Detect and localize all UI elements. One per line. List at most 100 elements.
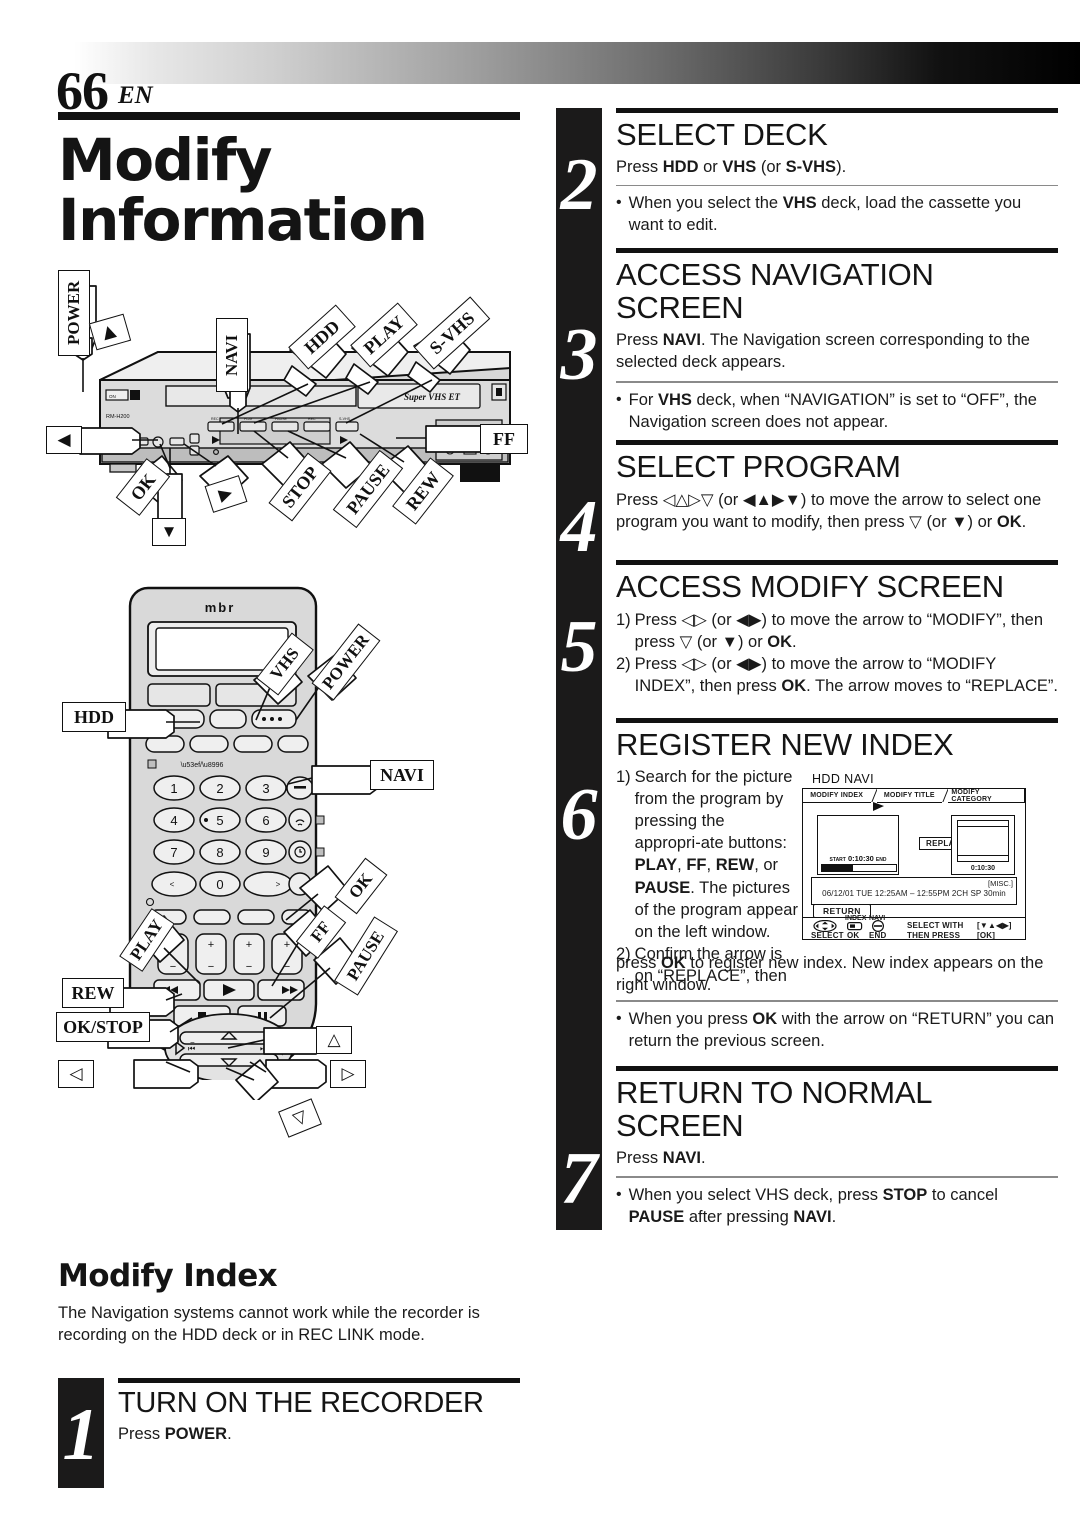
osd-guide-select: SELECT [811, 931, 844, 940]
step-2-divider [616, 184, 1058, 187]
osd-screen-label: HDD NAVI [812, 772, 875, 786]
remote-label-okstop: OK/STOP [56, 1012, 150, 1042]
osd-guide-hint2-keys: [OK] [977, 931, 996, 940]
osd-guide-end: END [869, 931, 887, 940]
step-4-heading: SELECT PROGRAM [616, 449, 901, 484]
illustration-area: Super VHS ET RM-H200 REC PLAY PAUSE REC S-V… [40, 250, 560, 1250]
step-2-note: • When you select the VHS deck, load the… [616, 192, 1058, 236]
osd-tab-modify-category[interactable]: MODIFY CATEGORY [948, 789, 1025, 803]
step-2-body: Press HDD or VHS (or S-VHS). [616, 157, 847, 176]
page-language-code: EN [118, 82, 153, 109]
step-5-items: 1) Press ◁▷ (or ◀▶) to move the arrow to… [616, 609, 1058, 697]
step-2-number: 2 [560, 144, 598, 226]
page-title: Modify Information [58, 130, 526, 251]
step-6-item-1: 1) Search for the picture from the progr… [616, 768, 798, 941]
vcr-arrow-left-icon: ◀ [46, 426, 82, 454]
step-3-heading-line1: ACCESS NAVIGATION [616, 257, 934, 292]
osd-guide-bar: INDEX NAVI SELECT OK END SELECT WITH [▼▲… [811, 915, 1019, 940]
step-6-block: REGISTER NEW INDEX [616, 718, 1058, 762]
step-6-note: • When you press OK with the arrow on “R… [616, 1008, 1058, 1052]
bullet-icon: • [616, 390, 622, 408]
step-3-body: Press NAVI. The Navigation screen corres… [616, 331, 1030, 372]
osd-right-window: 0:10:30 [951, 815, 1015, 875]
section-title-modify-index: Modify Index [58, 1258, 278, 1294]
step-3-rule [616, 248, 1058, 253]
index-button-icon [847, 922, 863, 931]
remote-label-hdd: HDD [62, 702, 126, 732]
left-column: Modify Information [58, 112, 526, 251]
step-4-rule [616, 440, 1058, 445]
osd-tab-modify-title[interactable]: MODIFY TITLE [877, 789, 950, 803]
osd-tabs: MODIFY INDEX MODIFY TITLE MODIFY CATEGOR… [803, 789, 1025, 803]
step-7-heading-line2: SCREEN [616, 1107, 744, 1143]
osd-left-window: START 0:10:30 END [817, 815, 899, 875]
bullet-icon: • [616, 1185, 622, 1203]
page-header: 66 EN EDITING (cont.) [0, 34, 1080, 118]
step-2-note-text: When you select the VHS deck, load the c… [628, 194, 1022, 235]
remote-arrow-up-icon: △ [316, 1026, 352, 1054]
step-2-heading: SELECT DECK [616, 117, 828, 152]
step-5-rule [616, 560, 1058, 565]
remote-arrow-right-icon: ▷ [330, 1060, 366, 1088]
page-title-line2: Information [58, 186, 428, 255]
step-1-number: 1 [62, 1394, 100, 1476]
step-7-block: RETURN TO NORMAL SCREEN Press NAVI. • Wh… [616, 1066, 1058, 1228]
step-1-body: Press POWER. [118, 1425, 232, 1444]
step-3-note: • For VHS deck, when “NAVIGATION” is set… [616, 389, 1058, 433]
step-7-note-text: When you select VHS deck, press STOP to … [628, 1185, 998, 1226]
step-1-heading: TURN ON THE RECORDER [118, 1387, 484, 1419]
osd-selection-arrow-icon [873, 802, 884, 811]
step-5-heading: ACCESS MODIFY SCREEN [616, 569, 1004, 604]
step-3-block: ACCESS NAVIGATION SCREEN Press NAVI. The… [616, 248, 1058, 433]
bullet-icon: • [616, 1010, 622, 1027]
osd-right-thumbnail [957, 820, 1009, 862]
page-number: 66 [56, 61, 109, 121]
remote-label-rew: REW [62, 978, 124, 1008]
step-6-rule [616, 718, 1058, 723]
step-4-number: 4 [560, 486, 598, 568]
osd-guide-ok-small: INDEX [845, 915, 867, 922]
osd-info-box: [MISC.] 06/12/01 TUE 12:25AM – 12:55PM 2… [811, 877, 1017, 905]
step-6-note-text: When you press OK with the arrow on “RET… [628, 1010, 1055, 1051]
remote-arrow-down-icon: ▽ [278, 1098, 322, 1138]
section-intro-text: The Navigation systems cannot work while… [58, 1304, 480, 1345]
osd-info-category: [MISC.] [987, 879, 1013, 888]
step-2-block: SELECT DECK Press HDD or VHS (or S-VHS).… [616, 108, 1058, 236]
osd-guide-ok: OK [847, 931, 860, 940]
osd-tab-modify-index[interactable]: MODIFY INDEX [803, 789, 878, 803]
step-7-body: Press NAVI. [616, 1149, 706, 1168]
bullet-icon: • [616, 194, 622, 212]
osd-guide-end-small: NAVI [869, 915, 886, 922]
step-5-item-2: 2) Press ◁▷ (or ◀▶) to move the arrow to… [616, 654, 1059, 695]
title-rule [58, 112, 520, 120]
remote-arrow-left-icon: ◁ [58, 1060, 94, 1088]
step-4-body: Press ◁△▷▽ (or ◀▲▶▼) to move the arrow t… [616, 490, 1042, 531]
step-7-number: 7 [560, 1138, 598, 1220]
step-1-body-key: POWER [164, 1425, 228, 1444]
step-4-block: SELECT PROGRAM Press ◁△▷▽ (or ◀▲▶▼) to m… [616, 440, 1058, 533]
osd-screen: MODIFY INDEX MODIFY TITLE MODIFY CATEGOR… [802, 788, 1026, 940]
step-3-divider [616, 381, 1058, 383]
step-3-note-text: For VHS deck, when “NAVIGATION” is set t… [628, 390, 1037, 431]
vcr-label-power: POWER [58, 270, 90, 356]
step-6-item-2-cont: press OK to register new index. New inde… [616, 954, 1044, 995]
osd-guide-divider [803, 917, 1025, 919]
osd-info-line: 06/12/01 TUE 12:25AM – 12:55PM 2CH SP 30… [822, 889, 1006, 898]
step-1-rule [118, 1378, 520, 1383]
step-7-divider [616, 1176, 1058, 1178]
step-5-item-1: 1) Press ◁▷ (or ◀▶) to move the arrow to… [616, 610, 1044, 651]
osd-right-timecode: 0:10:30 [970, 865, 996, 872]
step-7-heading-line1: RETURN TO NORMAL [616, 1075, 933, 1110]
osd-left-timecode: START 0:10:30 END [829, 854, 887, 863]
step-3-number: 3 [560, 314, 598, 396]
osd-progress-fill [822, 865, 854, 871]
vcr-label-navi: NAVI [216, 318, 248, 392]
step-6-number: 6 [560, 774, 598, 856]
osd-guide-hint2-label: THEN PRESS [907, 931, 961, 940]
osd-guide-hint1-keys: [▼▲◀▶] [977, 921, 1012, 930]
step-7-rule [616, 1066, 1058, 1071]
manual-page: 66 EN EDITING (cont.) Modify Information [0, 0, 1080, 1526]
step-5-number: 5 [560, 606, 598, 688]
step-3-heading-line2: SCREEN [616, 289, 744, 325]
page-title-line1: Modify [58, 126, 273, 194]
